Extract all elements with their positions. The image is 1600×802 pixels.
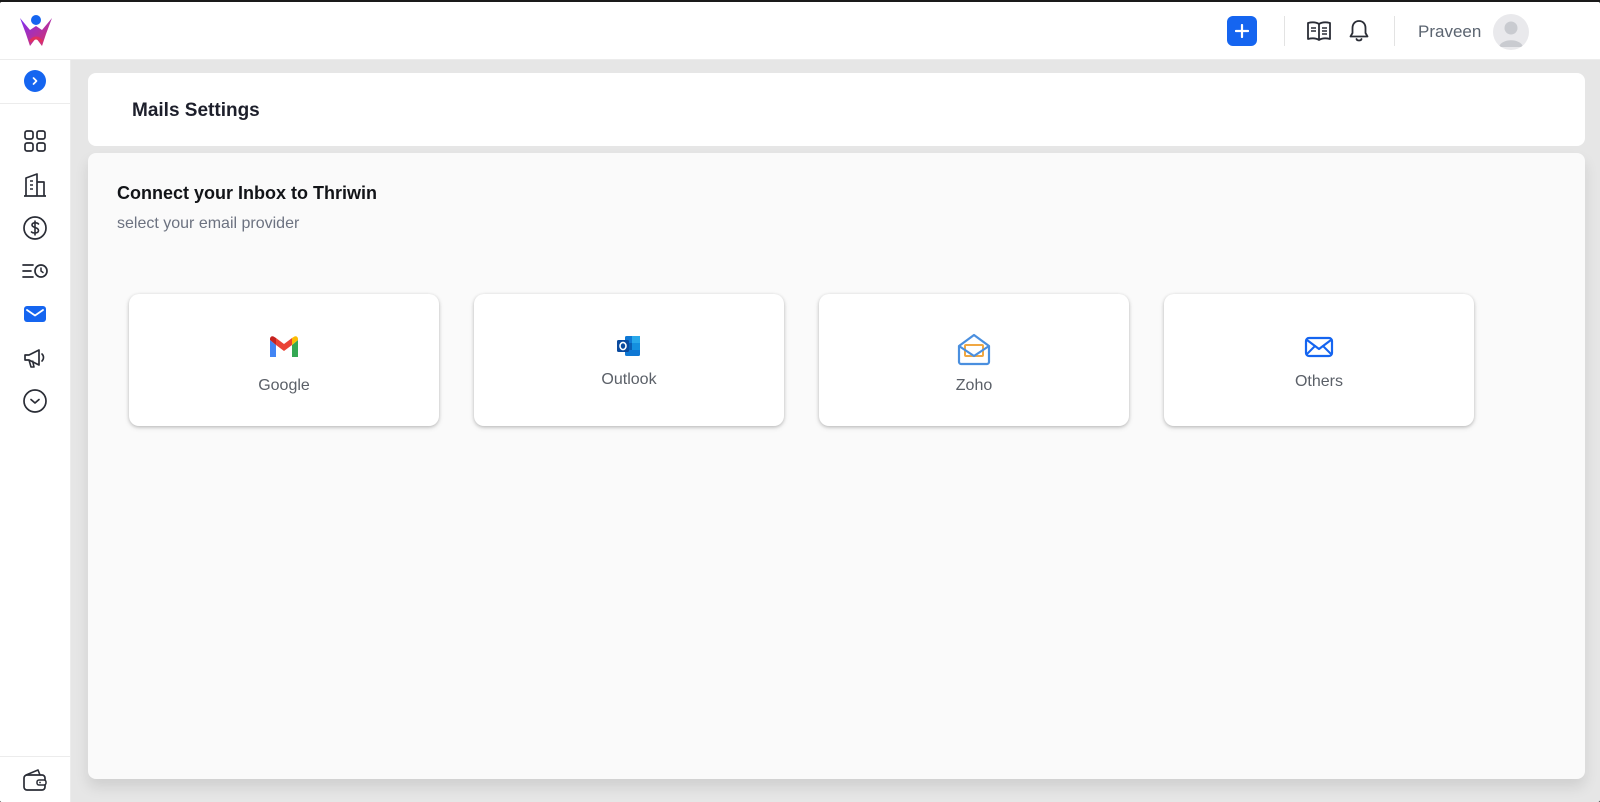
- chevron-down-circle-icon: [23, 389, 47, 413]
- provider-card-google[interactable]: Google: [129, 294, 439, 426]
- building-icon: [24, 173, 46, 197]
- plus-icon: [1235, 24, 1249, 38]
- wallet-icon: [23, 769, 47, 791]
- envelope-icon: [1304, 336, 1334, 358]
- book-icon: [1307, 21, 1331, 41]
- sidebar: [0, 60, 71, 802]
- list-clock-icon: [22, 264, 48, 278]
- sidebar-item-more[interactable]: [20, 386, 50, 416]
- dollar-icon: [23, 216, 47, 240]
- zoho-mail-icon: [957, 333, 991, 366]
- gmail-icon: [270, 336, 298, 357]
- provider-label: Zoho: [955, 377, 993, 394]
- provider-card-outlook[interactable]: Outlook: [474, 294, 784, 426]
- divider: [1394, 16, 1395, 46]
- outlook-icon: [617, 336, 640, 356]
- provider-label: Others: [1294, 373, 1343, 390]
- page-title: Mails Settings: [132, 100, 260, 121]
- provider-card-zoho[interactable]: Zoho: [819, 294, 1129, 426]
- megaphone-icon: [24, 349, 45, 368]
- divider: [0, 756, 71, 757]
- avatar[interactable]: [1493, 14, 1529, 50]
- divider: [1284, 16, 1285, 46]
- sidebar-item-activities[interactable]: [20, 256, 50, 286]
- sidebar-expand-button[interactable]: [24, 70, 46, 92]
- mail-provider-panel: Connect your Inbox to Thriwin select you…: [88, 153, 1585, 779]
- user-avatar-icon: [1499, 21, 1523, 47]
- chevron-right-icon: [32, 77, 38, 85]
- notifications-button[interactable]: [1344, 16, 1374, 46]
- guide-button[interactable]: [1304, 16, 1334, 46]
- divider: [0, 103, 71, 104]
- grid-icon: [24, 130, 46, 152]
- thriwin-logo[interactable]: [16, 12, 56, 52]
- user-name[interactable]: Praveen: [1418, 22, 1481, 42]
- provider-label: Google: [258, 377, 310, 394]
- sidebar-item-wallet[interactable]: [20, 765, 50, 795]
- sidebar-item-deals[interactable]: [20, 213, 50, 243]
- mail-icon: [24, 306, 46, 322]
- add-button[interactable]: [1227, 16, 1257, 46]
- top-bar: Praveen: [0, 2, 1600, 60]
- bell-icon: [1349, 20, 1369, 42]
- provider-label: Outlook: [601, 371, 657, 388]
- sidebar-item-companies[interactable]: [20, 170, 50, 200]
- app-window: Praveen Mails Settings Connect your Inbo…: [0, 2, 1600, 802]
- sidebar-item-dashboard[interactable]: [20, 126, 50, 156]
- section-title: Connect your Inbox to Thriwin: [117, 183, 377, 203]
- provider-card-others[interactable]: Others: [1164, 294, 1474, 426]
- section-subtitle: select your email provider: [117, 215, 300, 232]
- page-header: Mails Settings: [88, 73, 1585, 146]
- sidebar-item-campaigns[interactable]: [20, 343, 50, 373]
- sidebar-item-mails[interactable]: [20, 299, 50, 329]
